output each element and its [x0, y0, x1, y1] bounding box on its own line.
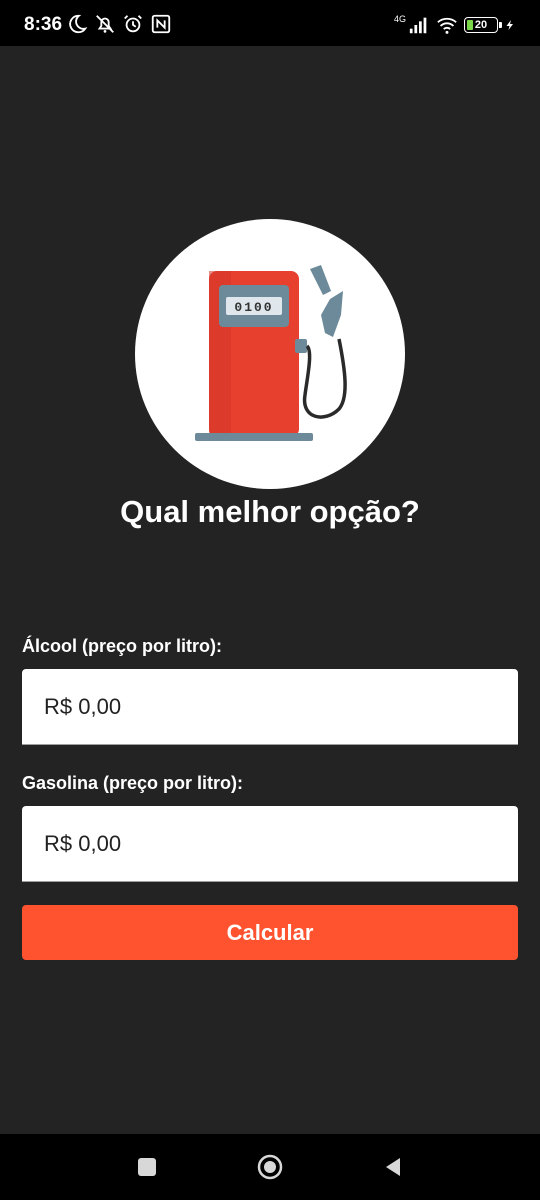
signal-icon [409, 17, 427, 34]
notifications-off-icon [96, 15, 114, 33]
status-left-icons [66, 13, 172, 35]
battery-tip [499, 22, 502, 28]
alcool-price-input[interactable] [22, 669, 518, 745]
back-button[interactable] [380, 1154, 406, 1180]
fuel-logo: 0100 [135, 219, 405, 489]
recents-icon [138, 1158, 156, 1176]
fuel-pump-icon: 0100 [195, 265, 347, 441]
page-title: Qual melhor opção? [120, 494, 420, 529]
nfc-icon [151, 14, 171, 34]
recents-button[interactable] [134, 1154, 160, 1180]
pump-display-value: 0100 [234, 300, 273, 315]
moon-icon [69, 14, 88, 34]
home-button[interactable] [257, 1154, 283, 1180]
alarm-icon [124, 15, 142, 33]
status-right-icons: 4G 20 [394, 14, 516, 36]
status-time: 8:36 [24, 14, 63, 35]
calculate-button[interactable]: Calcular [22, 905, 518, 960]
home-icon [257, 1154, 283, 1180]
navigation-bar [0, 1134, 540, 1200]
gasolina-price-input[interactable] [22, 806, 518, 882]
back-icon [386, 1158, 400, 1176]
charging-icon [506, 20, 513, 30]
alcool-label: Álcool (preço por litro): [22, 636, 222, 656]
battery-icon: 20 [464, 17, 502, 33]
battery-fill [467, 20, 473, 30]
gasolina-label: Gasolina (preço por litro): [22, 773, 244, 793]
status-bar: 8:36 4G 20 [0, 0, 540, 46]
wifi-icon [437, 17, 457, 34]
network-type: 4G [393, 14, 406, 24]
battery-level: 20 [474, 19, 488, 31]
